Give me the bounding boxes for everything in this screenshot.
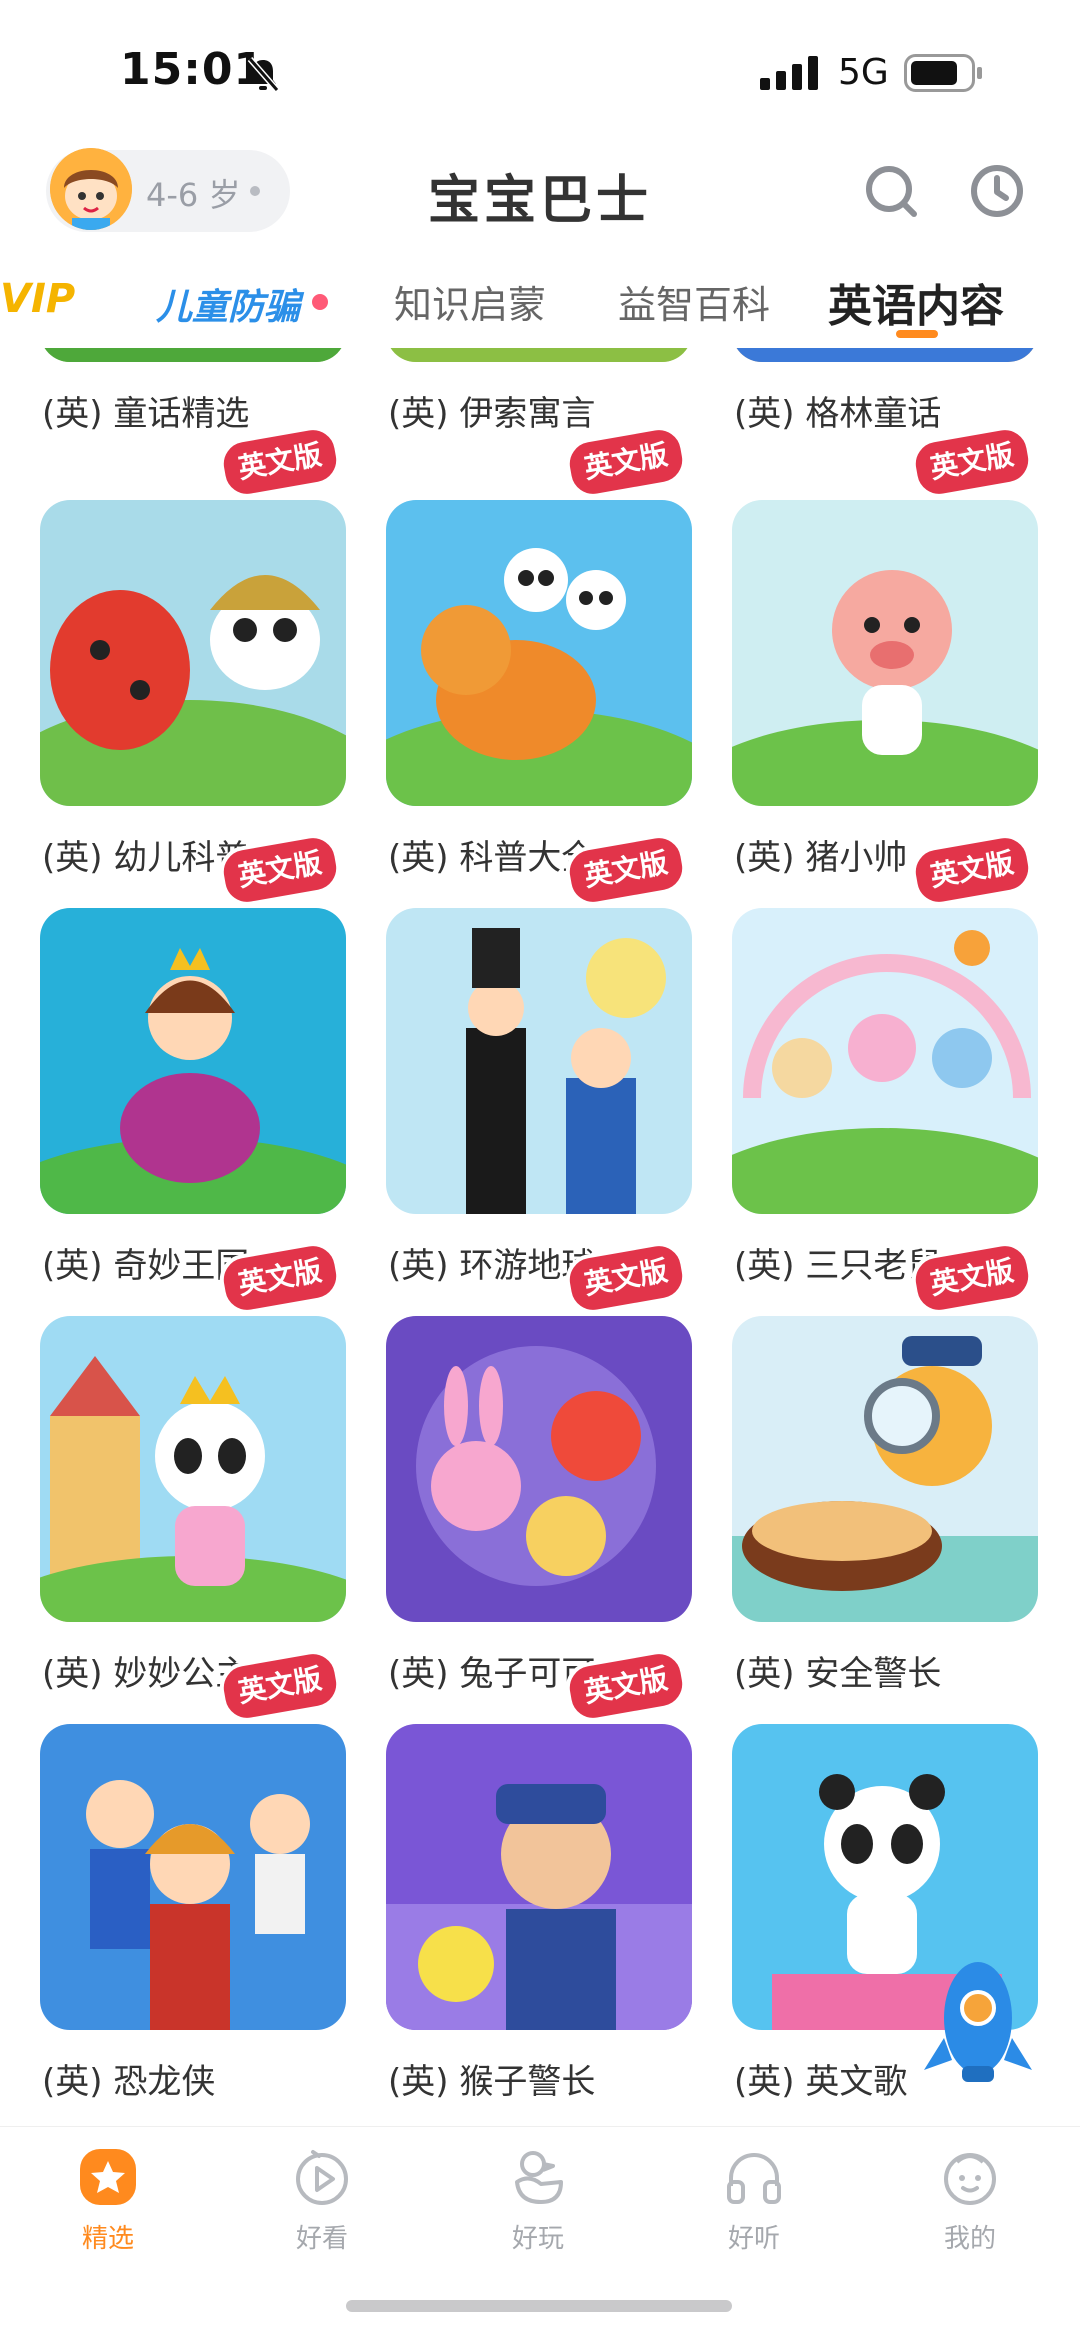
tab-vip[interactable]: VIP bbox=[0, 276, 75, 322]
duck-icon bbox=[515, 2151, 563, 2204]
network-label: 5G bbox=[838, 52, 889, 93]
english-version-badge: 英文版 bbox=[907, 830, 1037, 910]
card-title[interactable]: (英) 童话精选 bbox=[42, 386, 249, 435]
card-thumbnail[interactable] bbox=[386, 1316, 692, 1622]
nav-label: 精选 bbox=[81, 2224, 134, 2254]
card-thumbnail[interactable] bbox=[40, 1724, 346, 2030]
search-icon[interactable] bbox=[862, 162, 920, 220]
tab-encyclopedia[interactable]: 益智百科 bbox=[618, 274, 770, 329]
face-icon bbox=[944, 2153, 996, 2205]
status-bar: 15:01 5G bbox=[0, 0, 1080, 140]
card-title[interactable]: (英) 格林童话 bbox=[734, 386, 941, 435]
card-title[interactable]: (英) 安全警长 bbox=[734, 1646, 941, 1695]
card-thumbnail[interactable] bbox=[732, 1316, 1038, 1622]
card-title[interactable]: (英) 科普大全 bbox=[388, 830, 595, 879]
card-thumbnail[interactable] bbox=[732, 348, 1038, 362]
card-title[interactable]: (英) 幼儿科普 bbox=[42, 830, 249, 879]
tab-knowledge[interactable]: 知识启蒙 bbox=[394, 274, 546, 329]
card-thumbnail[interactable] bbox=[40, 908, 346, 1214]
tab-english[interactable]: 英语内容 bbox=[828, 270, 1004, 334]
card-title[interactable]: (英) 妙妙公主 bbox=[42, 1646, 249, 1695]
card-title[interactable]: (英) 三只老鼠 bbox=[734, 1238, 941, 1287]
tab-anti-fraud[interactable]: 儿童防骗 bbox=[156, 278, 300, 330]
home-indicator[interactable] bbox=[346, 2300, 732, 2312]
nav-play[interactable]: 好玩 bbox=[468, 2146, 608, 2255]
tab-new-badge bbox=[312, 294, 328, 310]
content-grid[interactable]: 英文版 (英) 童话精选 英文版 (英) 伊索寓言 英文版 (英) 格林童话 bbox=[0, 348, 1080, 2118]
card-thumbnail[interactable] bbox=[732, 908, 1038, 1214]
card-thumbnail[interactable] bbox=[386, 500, 692, 806]
nav-profile[interactable]: 我的 bbox=[900, 2146, 1040, 2255]
card-title[interactable]: (英) 伊索寓言 bbox=[388, 386, 595, 435]
nav-label: 好看 bbox=[295, 2224, 348, 2254]
nav-listen[interactable]: 好听 bbox=[684, 2146, 824, 2255]
nav-featured[interactable]: 精选 bbox=[38, 2146, 178, 2255]
history-clock-icon[interactable] bbox=[968, 162, 1026, 220]
card-title[interactable]: (英) 英文歌 bbox=[734, 2054, 907, 2103]
rocket-icon[interactable] bbox=[918, 1948, 1038, 2088]
card-thumbnail[interactable] bbox=[40, 500, 346, 806]
card-title[interactable]: (英) 环游地球 bbox=[388, 1238, 595, 1287]
card-thumbnail[interactable] bbox=[386, 908, 692, 1214]
active-tab-indicator bbox=[896, 330, 938, 338]
status-time: 15:01 bbox=[120, 44, 266, 95]
card-title[interactable]: (英) 兔子可可 bbox=[388, 1646, 595, 1695]
card-thumbnail[interactable] bbox=[386, 1724, 692, 2030]
card-thumbnail[interactable] bbox=[386, 348, 692, 362]
play-icon bbox=[296, 2150, 348, 2205]
card-thumbnail[interactable] bbox=[40, 348, 346, 362]
nav-watch[interactable]: 好看 bbox=[252, 2146, 392, 2255]
nav-label: 我的 bbox=[943, 2224, 996, 2254]
card-title[interactable]: (英) 猴子警长 bbox=[388, 2054, 595, 2103]
nav-label: 好听 bbox=[727, 2224, 780, 2254]
card-thumbnail[interactable] bbox=[40, 1316, 346, 1622]
bell-muted-icon bbox=[247, 57, 280, 92]
star-icon bbox=[80, 2149, 136, 2205]
headphones-icon bbox=[727, 2153, 781, 2204]
card-thumbnail[interactable] bbox=[732, 500, 1038, 806]
card-title[interactable]: (英) 恐龙侠 bbox=[42, 2054, 215, 2103]
signal-icon bbox=[760, 56, 818, 90]
nav-label: 好玩 bbox=[511, 2224, 564, 2254]
battery-icon bbox=[904, 54, 982, 92]
card-title[interactable]: (英) 奇妙王国 bbox=[42, 1238, 249, 1287]
card-title[interactable]: (英) 猪小帅 bbox=[734, 830, 907, 879]
